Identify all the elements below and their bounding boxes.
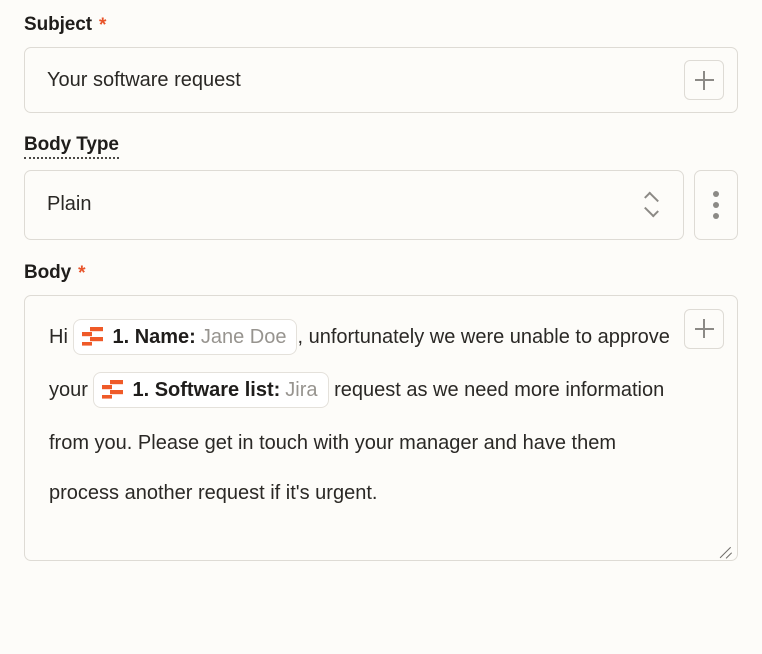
body-type-row: Plain bbox=[24, 169, 738, 240]
body-resize-handle[interactable] bbox=[717, 541, 733, 557]
subject-field-group: Subject * Your software request bbox=[24, 14, 738, 113]
plus-icon bbox=[694, 70, 714, 90]
variable-token-value: Jira bbox=[285, 378, 318, 401]
body-label: Body * bbox=[24, 262, 738, 284]
kebab-dot-icon bbox=[712, 190, 719, 197]
body-type-label: Body Type bbox=[24, 135, 738, 159]
body-type-more-options-button[interactable] bbox=[693, 169, 738, 240]
body-type-selected-value: Plain bbox=[47, 193, 92, 216]
body-type-field-group: Body Type Plain bbox=[24, 135, 738, 240]
variable-token-name: 1. Name: bbox=[112, 325, 196, 348]
chevron-up-down-icon bbox=[643, 192, 661, 218]
body-required-asterisk: * bbox=[78, 262, 86, 284]
variable-token-name: 1. Software list: bbox=[132, 378, 281, 401]
body-type-select[interactable]: Plain bbox=[24, 169, 684, 240]
body-type-label-text: Body Type bbox=[24, 135, 119, 159]
variable-icon bbox=[102, 368, 124, 418]
subject-input[interactable]: Your software request bbox=[24, 47, 738, 113]
body-label-text: Body bbox=[24, 261, 72, 283]
plus-icon bbox=[694, 319, 714, 339]
variable-token[interactable]: 1. Software list: Jira bbox=[93, 371, 329, 408]
body-editor-wrapper: Hi 1. Name: Jane Doe, unfortunately we we… bbox=[24, 294, 738, 561]
subject-label-text: Subject bbox=[24, 14, 92, 35]
subject-required-asterisk: * bbox=[98, 15, 107, 36]
email-template-form: Subject * Your software request Body Typ… bbox=[0, 0, 762, 654]
kebab-dot-icon bbox=[712, 212, 719, 219]
variable-token-value: Jane Doe bbox=[200, 325, 287, 348]
body-add-variable-button[interactable] bbox=[684, 308, 724, 349]
variable-token[interactable]: 1. Name: Jane Doe bbox=[73, 318, 298, 355]
subject-input-wrapper: Your software request bbox=[24, 47, 738, 113]
body-rich-text-editor[interactable]: Hi 1. Name: Jane Doe, unfortunately we we… bbox=[24, 294, 738, 561]
subject-label: Subject * bbox=[24, 14, 738, 36]
body-field-group: Body * Hi 1. Name: Jane Doe, unfortunatel… bbox=[24, 262, 738, 561]
variable-icon bbox=[82, 315, 104, 365]
subject-add-variable-button[interactable] bbox=[684, 60, 724, 100]
kebab-dot-icon bbox=[712, 201, 719, 208]
